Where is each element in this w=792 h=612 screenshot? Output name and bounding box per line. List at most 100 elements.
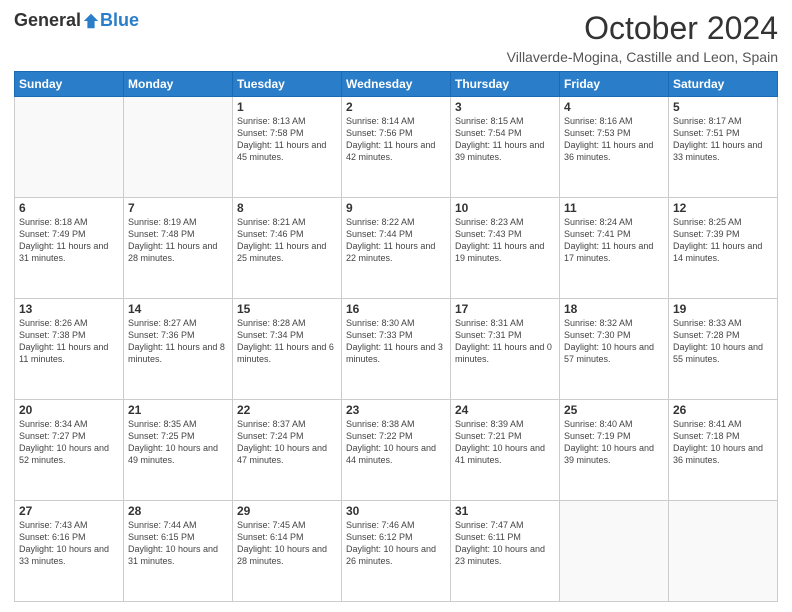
calendar-day-cell: 7Sunrise: 8:19 AM Sunset: 7:48 PM Daylig… [124,198,233,299]
logo-blue: Blue [100,10,139,31]
day-info: Sunrise: 8:18 AM Sunset: 7:49 PM Dayligh… [19,216,119,265]
day-info: Sunrise: 8:25 AM Sunset: 7:39 PM Dayligh… [673,216,773,265]
calendar-day-cell [124,97,233,198]
day-number: 6 [19,201,119,215]
day-info: Sunrise: 7:47 AM Sunset: 6:11 PM Dayligh… [455,519,555,568]
day-number: 13 [19,302,119,316]
day-info: Sunrise: 8:23 AM Sunset: 7:43 PM Dayligh… [455,216,555,265]
weekday-header-cell: Saturday [669,72,778,97]
calendar-day-cell: 18Sunrise: 8:32 AM Sunset: 7:30 PM Dayli… [560,299,669,400]
logo-icon [82,12,100,30]
calendar-day-cell: 21Sunrise: 8:35 AM Sunset: 7:25 PM Dayli… [124,400,233,501]
day-info: Sunrise: 8:28 AM Sunset: 7:34 PM Dayligh… [237,317,337,366]
calendar-page: General Blue October 2024 Villaverde-Mog… [0,0,792,612]
day-number: 14 [128,302,228,316]
calendar-day-cell: 1Sunrise: 8:13 AM Sunset: 7:58 PM Daylig… [233,97,342,198]
calendar-day-cell: 4Sunrise: 8:16 AM Sunset: 7:53 PM Daylig… [560,97,669,198]
weekday-header-cell: Thursday [451,72,560,97]
calendar-day-cell: 31Sunrise: 7:47 AM Sunset: 6:11 PM Dayli… [451,501,560,602]
calendar-day-cell: 19Sunrise: 8:33 AM Sunset: 7:28 PM Dayli… [669,299,778,400]
day-number: 4 [564,100,664,114]
calendar-day-cell: 16Sunrise: 8:30 AM Sunset: 7:33 PM Dayli… [342,299,451,400]
day-info: Sunrise: 8:24 AM Sunset: 7:41 PM Dayligh… [564,216,664,265]
day-number: 27 [19,504,119,518]
day-info: Sunrise: 8:22 AM Sunset: 7:44 PM Dayligh… [346,216,446,265]
day-number: 15 [237,302,337,316]
day-number: 8 [237,201,337,215]
weekday-header-cell: Monday [124,72,233,97]
day-number: 12 [673,201,773,215]
day-info: Sunrise: 8:39 AM Sunset: 7:21 PM Dayligh… [455,418,555,467]
day-info: Sunrise: 7:43 AM Sunset: 6:16 PM Dayligh… [19,519,119,568]
day-info: Sunrise: 8:26 AM Sunset: 7:38 PM Dayligh… [19,317,119,366]
day-number: 2 [346,100,446,114]
day-info: Sunrise: 8:33 AM Sunset: 7:28 PM Dayligh… [673,317,773,366]
day-number: 3 [455,100,555,114]
calendar-day-cell: 12Sunrise: 8:25 AM Sunset: 7:39 PM Dayli… [669,198,778,299]
logo-general: General [14,10,81,31]
day-number: 5 [673,100,773,114]
logo-area: General Blue [14,10,139,31]
day-info: Sunrise: 7:44 AM Sunset: 6:15 PM Dayligh… [128,519,228,568]
day-info: Sunrise: 8:35 AM Sunset: 7:25 PM Dayligh… [128,418,228,467]
day-number: 16 [346,302,446,316]
calendar-day-cell: 14Sunrise: 8:27 AM Sunset: 7:36 PM Dayli… [124,299,233,400]
calendar-day-cell: 29Sunrise: 7:45 AM Sunset: 6:14 PM Dayli… [233,501,342,602]
day-info: Sunrise: 8:13 AM Sunset: 7:58 PM Dayligh… [237,115,337,164]
calendar-day-cell: 17Sunrise: 8:31 AM Sunset: 7:31 PM Dayli… [451,299,560,400]
calendar-week-row: 13Sunrise: 8:26 AM Sunset: 7:38 PM Dayli… [15,299,778,400]
weekday-header-cell: Friday [560,72,669,97]
calendar-day-cell [669,501,778,602]
day-number: 31 [455,504,555,518]
calendar-day-cell: 27Sunrise: 7:43 AM Sunset: 6:16 PM Dayli… [15,501,124,602]
day-number: 30 [346,504,446,518]
day-number: 1 [237,100,337,114]
day-info: Sunrise: 8:16 AM Sunset: 7:53 PM Dayligh… [564,115,664,164]
weekday-header-cell: Tuesday [233,72,342,97]
logo: General Blue [14,10,139,31]
location-title: Villaverde-Mogina, Castille and Leon, Sp… [507,49,778,65]
day-info: Sunrise: 8:32 AM Sunset: 7:30 PM Dayligh… [564,317,664,366]
calendar-day-cell: 3Sunrise: 8:15 AM Sunset: 7:54 PM Daylig… [451,97,560,198]
calendar-day-cell: 20Sunrise: 8:34 AM Sunset: 7:27 PM Dayli… [15,400,124,501]
day-number: 11 [564,201,664,215]
day-number: 23 [346,403,446,417]
calendar-day-cell: 23Sunrise: 8:38 AM Sunset: 7:22 PM Dayli… [342,400,451,501]
day-info: Sunrise: 8:19 AM Sunset: 7:48 PM Dayligh… [128,216,228,265]
day-info: Sunrise: 8:31 AM Sunset: 7:31 PM Dayligh… [455,317,555,366]
day-number: 24 [455,403,555,417]
calendar-day-cell: 8Sunrise: 8:21 AM Sunset: 7:46 PM Daylig… [233,198,342,299]
calendar-day-cell: 15Sunrise: 8:28 AM Sunset: 7:34 PM Dayli… [233,299,342,400]
day-info: Sunrise: 8:34 AM Sunset: 7:27 PM Dayligh… [19,418,119,467]
calendar-day-cell: 11Sunrise: 8:24 AM Sunset: 7:41 PM Dayli… [560,198,669,299]
weekday-header-row: SundayMondayTuesdayWednesdayThursdayFrid… [15,72,778,97]
calendar-table: SundayMondayTuesdayWednesdayThursdayFrid… [14,71,778,602]
day-number: 17 [455,302,555,316]
calendar-day-cell: 30Sunrise: 7:46 AM Sunset: 6:12 PM Dayli… [342,501,451,602]
day-number: 25 [564,403,664,417]
calendar-day-cell: 13Sunrise: 8:26 AM Sunset: 7:38 PM Dayli… [15,299,124,400]
calendar-day-cell: 24Sunrise: 8:39 AM Sunset: 7:21 PM Dayli… [451,400,560,501]
calendar-day-cell: 5Sunrise: 8:17 AM Sunset: 7:51 PM Daylig… [669,97,778,198]
calendar-day-cell: 22Sunrise: 8:37 AM Sunset: 7:24 PM Dayli… [233,400,342,501]
day-number: 19 [673,302,773,316]
weekday-header-cell: Wednesday [342,72,451,97]
day-info: Sunrise: 7:46 AM Sunset: 6:12 PM Dayligh… [346,519,446,568]
weekday-header-cell: Sunday [15,72,124,97]
month-title: October 2024 [507,10,778,47]
day-number: 10 [455,201,555,215]
calendar-day-cell: 9Sunrise: 8:22 AM Sunset: 7:44 PM Daylig… [342,198,451,299]
calendar-week-row: 20Sunrise: 8:34 AM Sunset: 7:27 PM Dayli… [15,400,778,501]
day-number: 26 [673,403,773,417]
title-area: October 2024 Villaverde-Mogina, Castille… [507,10,778,65]
day-info: Sunrise: 8:30 AM Sunset: 7:33 PM Dayligh… [346,317,446,366]
day-number: 18 [564,302,664,316]
calendar-week-row: 1Sunrise: 8:13 AM Sunset: 7:58 PM Daylig… [15,97,778,198]
day-info: Sunrise: 7:45 AM Sunset: 6:14 PM Dayligh… [237,519,337,568]
day-number: 29 [237,504,337,518]
calendar-week-row: 6Sunrise: 8:18 AM Sunset: 7:49 PM Daylig… [15,198,778,299]
day-info: Sunrise: 8:37 AM Sunset: 7:24 PM Dayligh… [237,418,337,467]
day-number: 28 [128,504,228,518]
calendar-day-cell: 26Sunrise: 8:41 AM Sunset: 7:18 PM Dayli… [669,400,778,501]
page-header: General Blue October 2024 Villaverde-Mog… [14,10,778,65]
